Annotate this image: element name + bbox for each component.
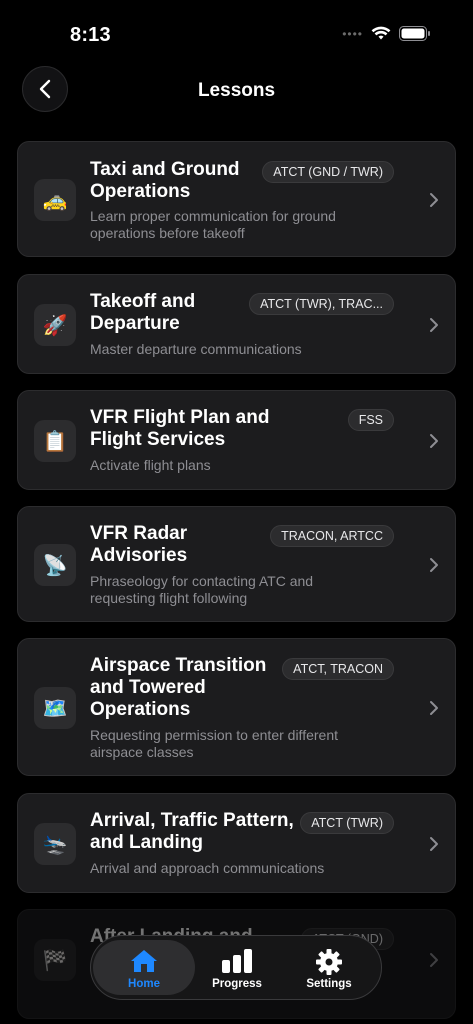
tab-home[interactable]: Home	[93, 940, 195, 995]
lesson-description: Phraseology for contacting ATC and reques…	[90, 573, 314, 606]
tab-label: Settings	[306, 978, 352, 990]
signal-dots-icon: ••••	[342, 26, 363, 41]
chevron-right-icon	[430, 193, 438, 207]
lesson-title: Airspace Transition and Towered Operations	[90, 655, 267, 720]
lesson-card-vfr-radar[interactable]: 📡 VFR Radar Advisories TRACON, ARTCC Phra…	[17, 506, 456, 622]
lesson-description: Activate flight plans	[90, 457, 211, 473]
status-icons: ••••	[342, 26, 431, 41]
tab-settings[interactable]: Settings	[284, 940, 374, 995]
lesson-card-airspace-transition[interactable]: 🗺️ Airspace Transition and Towered Operati…	[17, 638, 456, 776]
satellite-dish-icon: 📡	[34, 544, 76, 586]
lesson-badge: FSS	[347, 409, 394, 431]
lesson-description: Learn proper communication for ground ope…	[90, 208, 336, 241]
lesson-description: Master departure communications	[90, 341, 302, 357]
lesson-badge: TRACON, ARTCC	[270, 525, 394, 547]
lesson-description: Requesting permission to enter different…	[90, 727, 338, 760]
lesson-description: Arrival and approach communications	[90, 860, 325, 876]
chevron-right-icon	[430, 558, 438, 572]
plane-arriving-icon: 🛬	[34, 823, 76, 865]
chevron-right-icon	[430, 701, 438, 715]
tab-label: Progress	[212, 978, 262, 990]
chevron-right-icon	[430, 318, 438, 332]
tab-bar: Home Progress Settings	[90, 935, 382, 1000]
navigation-bar: Lessons	[0, 64, 473, 116]
lesson-card-taxi[interactable]: 🚕 Taxi and Ground Operations ATCT (GND / …	[17, 141, 456, 257]
bar-chart-icon	[222, 949, 252, 973]
checkered-flag-icon: 🏁	[34, 939, 76, 981]
chevron-right-icon	[430, 953, 438, 967]
clipboard-icon: 📋	[34, 420, 76, 462]
rocket-icon: 🚀	[34, 304, 76, 346]
tab-progress[interactable]: Progress	[192, 940, 282, 995]
chevron-right-icon	[430, 837, 438, 851]
lesson-title: Arrival, Traffic Pattern, and Landing	[90, 810, 294, 853]
lesson-badge: ATCT (TWR), TRAC...	[249, 293, 394, 315]
wifi-icon	[371, 26, 391, 40]
house-icon	[131, 950, 157, 972]
page-title: Lessons	[197, 80, 276, 101]
lesson-title: Taxi and Ground Operations	[90, 159, 240, 202]
status-time: 8:13	[70, 24, 111, 46]
lesson-badge: ATCT (TWR)	[300, 812, 394, 834]
map-icon: 🗺️	[34, 687, 76, 729]
lesson-card-takeoff[interactable]: 🚀 Takeoff and Departure ATCT (TWR), TRAC.…	[17, 274, 456, 374]
status-bar: 8:13 ••••	[0, 0, 473, 60]
lesson-title: VFR Flight Plan and Flight Services	[90, 407, 270, 450]
taxi-icon: 🚕	[34, 179, 76, 221]
lesson-badge: ATCT (GND / TWR)	[262, 161, 394, 183]
chevron-right-icon	[430, 434, 438, 448]
lesson-card-vfr-flight-plan[interactable]: 📋 VFR Flight Plan and Flight Services FSS…	[17, 390, 456, 490]
lesson-title: Takeoff and Departure	[90, 291, 196, 334]
gear-icon	[316, 949, 342, 975]
lesson-card-arrival[interactable]: 🛬 Arrival, Traffic Pattern, and Landing A…	[17, 793, 456, 893]
tab-label: Home	[128, 978, 160, 990]
lesson-title: VFR Radar Advisories	[90, 523, 188, 566]
lesson-badge: ATCT, TRACON	[282, 658, 394, 680]
battery-icon	[399, 26, 430, 41]
